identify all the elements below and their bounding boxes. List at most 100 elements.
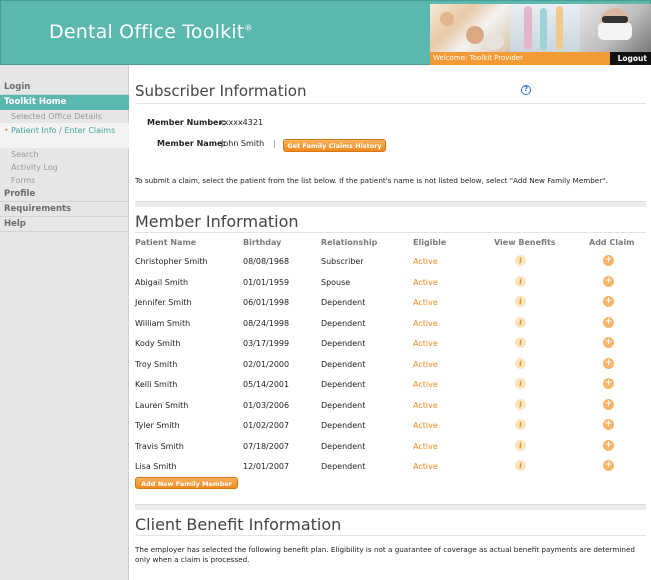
question-circle-icon[interactable]: ? [521, 85, 531, 95]
plus-icon[interactable]: + [603, 357, 614, 369]
table-row[interactable]: Lisa Smith 12/01/2007 Dependent Active i + [135, 457, 646, 477]
table-row[interactable]: Travis Smith 07/18/2007 Dependent Active i + [135, 437, 646, 457]
col-add-claim[interactable]: Add Claim [589, 238, 635, 247]
relationship: Dependent [321, 462, 366, 471]
patient-name[interactable]: Tyler Smith [135, 421, 180, 430]
plus-icon[interactable]: + [603, 460, 614, 471]
patient-name[interactable]: Troy Smith [135, 360, 177, 369]
patient-name[interactable]: William Smith [135, 319, 190, 328]
plus-icon[interactable]: + [603, 398, 614, 410]
relationship: Dependent [321, 421, 366, 430]
col-relationship[interactable]: Relationship [321, 238, 377, 247]
table-row[interactable]: Troy Smith 02/01/2000 Dependent Active i + [135, 355, 646, 375]
plus-icon[interactable]: + [603, 337, 614, 348]
info-icon[interactable]: i [515, 460, 526, 471]
birthday: 08/24/1998 [243, 318, 290, 328]
welcome-text: Welcome: Toolkit Provider [433, 54, 523, 62]
eligible-status: Active [413, 277, 438, 287]
section-divider [135, 201, 646, 207]
birthday: 03/17/1999 [243, 339, 290, 348]
member-number-value: xxxxx4321 [219, 118, 264, 127]
sidebar-subitem-patient-info[interactable]: • Patient Info / Enter Claims [0, 123, 129, 148]
eligible-status: Active [413, 339, 438, 348]
info-icon[interactable]: i [515, 439, 526, 451]
plus-icon[interactable]: + [603, 275, 614, 287]
client-benefit-text: The employer has selected the following … [135, 545, 635, 564]
info-icon[interactable]: i [515, 337, 526, 348]
info-icon[interactable]: i [515, 398, 526, 410]
sidebar-subitem-forms[interactable]: Forms [0, 174, 129, 187]
section-divider [135, 103, 646, 104]
table-row[interactable]: Tyler Smith 01/02/2007 Dependent Active i + [135, 416, 646, 436]
relationship: Spouse [321, 277, 351, 287]
table-row[interactable]: Kelli Smith 05/14/2001 Dependent Active i + [135, 375, 646, 395]
birthday: 01/01/1959 [243, 277, 290, 287]
birthday: 06/01/1998 [243, 298, 290, 307]
relationship: Dependent [321, 400, 366, 410]
eligible-status: Active [413, 441, 438, 451]
info-icon[interactable]: i [515, 316, 526, 328]
sidebar-item-profile[interactable]: Profile [0, 187, 129, 202]
sidebar-item-toolkit-home[interactable]: Toolkit Home [0, 95, 129, 110]
sidebar-item-login[interactable]: Login [0, 80, 129, 95]
birthday: 02/01/2000 [243, 359, 290, 369]
sidebar-subitem-activity-log[interactable]: Activity Log [0, 161, 129, 174]
info-icon[interactable]: i [515, 296, 526, 307]
patient-name[interactable]: Christopher Smith [135, 257, 208, 266]
plus-icon[interactable]: + [603, 419, 614, 430]
table-row[interactable]: Kody Smith 03/17/1999 Dependent Active i + [135, 334, 646, 354]
table-row[interactable]: Abigail Smith 01/01/1959 Spouse Active i + [135, 273, 646, 293]
col-view-benefits[interactable]: View Benefits [494, 238, 556, 247]
patient-name[interactable]: Lisa Smith [135, 462, 177, 471]
plus-icon[interactable]: + [603, 378, 614, 389]
birthday: 08/08/1968 [243, 257, 290, 266]
sidebar-subitem-selected-office-details[interactable]: Selected Office Details [0, 110, 129, 123]
plus-icon[interactable]: + [603, 255, 614, 266]
table-row[interactable]: William Smith 08/24/1998 Dependent Active i + [135, 314, 646, 334]
sidebar-subitem-search[interactable]: Search [0, 148, 129, 161]
table-row[interactable]: Jennifer Smith 06/01/1998 Dependent Active i… [135, 293, 646, 313]
plus-icon[interactable]: + [603, 296, 614, 307]
birthday: 07/18/2007 [243, 441, 290, 451]
app-header: Dental Office Toolkit® Welcome: Toolkit … [0, 0, 651, 65]
dentist-photo [580, 4, 651, 52]
plus-icon[interactable]: + [603, 316, 614, 328]
client-benefit-section-title: Client Benefit Information [135, 515, 342, 534]
patient-name[interactable]: Jennifer Smith [135, 298, 192, 307]
info-icon[interactable]: i [515, 419, 526, 430]
sidebar: Login Toolkit Home Selected Office Detai… [0, 65, 129, 580]
birthday: 01/03/2006 [243, 400, 290, 410]
patient-name[interactable]: Abigail Smith [135, 278, 188, 287]
separator: | [273, 139, 276, 148]
bullet-icon: • [4, 126, 9, 135]
sidebar-item-requirements[interactable]: Requirements [0, 202, 129, 217]
plus-icon[interactable]: + [603, 439, 614, 451]
member-section-title: Member Information [135, 212, 299, 231]
member-name-value: John Smith [221, 139, 265, 148]
patient-name[interactable]: Travis Smith [135, 442, 184, 451]
eligible-status: Active [413, 298, 438, 307]
table-row[interactable]: Christopher Smith 08/08/1968 Subscriber Act… [135, 252, 646, 272]
eligible-status: Active [413, 421, 438, 430]
eligible-status: Active [413, 462, 438, 471]
section-divider [135, 535, 646, 536]
table-row[interactable]: Lauren Smith 01/03/2006 Dependent Active i + [135, 396, 646, 416]
info-icon[interactable]: i [515, 255, 526, 266]
logout-button[interactable]: Logout [610, 52, 651, 65]
relationship: Subscriber [321, 257, 364, 266]
info-icon[interactable]: i [515, 275, 526, 287]
col-patient-name[interactable]: Patient Name [135, 238, 196, 247]
patient-name[interactable]: Kelli Smith [135, 380, 177, 389]
eligible-status: Active [413, 318, 438, 328]
col-eligible[interactable]: Eligible [413, 238, 446, 247]
info-icon[interactable]: i [515, 378, 526, 389]
col-birthday[interactable]: Birthday [243, 238, 281, 247]
section-divider [135, 504, 646, 510]
info-icon[interactable]: i [515, 357, 526, 369]
sidebar-item-help[interactable]: Help [0, 217, 129, 232]
add-new-family-member-button[interactable]: Add New Family Member [135, 477, 238, 489]
birthday: 01/02/2007 [243, 421, 290, 430]
get-family-claims-history-button[interactable]: Get Family Claims History [283, 139, 386, 152]
patient-name[interactable]: Lauren Smith [135, 401, 188, 410]
patient-name[interactable]: Kody Smith [135, 339, 180, 348]
